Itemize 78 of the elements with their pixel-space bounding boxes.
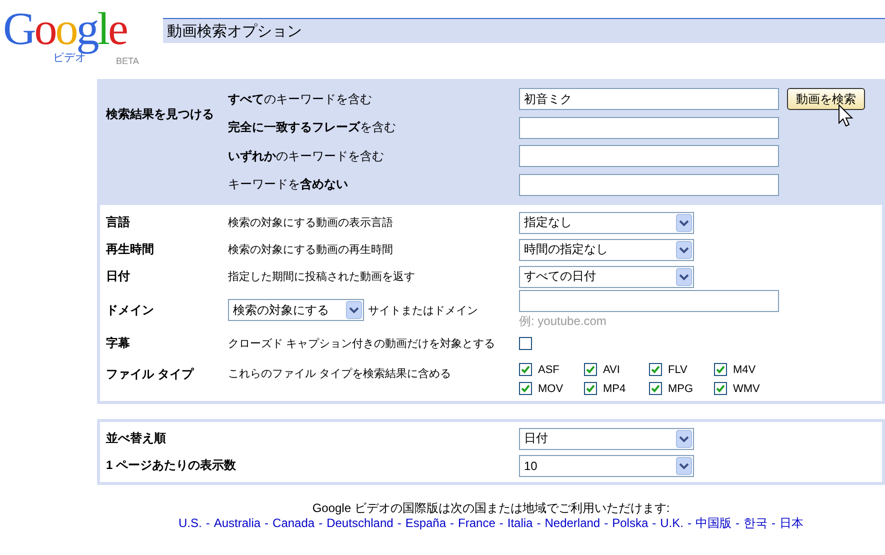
checkbox[interactable] — [584, 382, 597, 395]
country-link[interactable]: 中国版 — [695, 516, 732, 530]
file-type-label: ASF — [538, 364, 560, 376]
page-title: 動画検索オプション — [163, 18, 885, 43]
field-label: いずれかのキーワードを含む — [228, 148, 384, 165]
link-separator: - — [318, 516, 323, 530]
link-separator: - — [536, 516, 541, 530]
link-separator: - — [652, 516, 656, 530]
option-description: 検索の対象にする動画の表示言語 — [228, 216, 393, 230]
link-separator: - — [206, 516, 210, 530]
option-label: ファイル タイプ — [106, 366, 194, 382]
country-link[interactable]: Deutschland — [326, 516, 394, 530]
keyword-field[interactable] — [519, 145, 779, 168]
option-description: 指定した期間に投稿された動画を返す — [228, 270, 415, 284]
link-separator: - — [771, 516, 776, 530]
option-select[interactable]: 日付 — [519, 428, 694, 450]
file-type-label: MPG — [668, 382, 694, 394]
country-link[interactable]: Australia — [214, 516, 261, 530]
country-link[interactable]: Italia — [507, 516, 533, 530]
country-link[interactable]: 한국 — [743, 516, 768, 530]
option-select[interactable]: 指定なし — [519, 212, 694, 234]
file-type-label: AVI — [603, 364, 620, 376]
field-label: すべてのキーワードを含む — [228, 90, 372, 108]
checkbox[interactable] — [714, 382, 727, 395]
file-type-label: MP4 — [603, 382, 626, 394]
checkbox[interactable] — [649, 363, 662, 376]
file-type-label: FLV — [668, 364, 688, 376]
file-type-label: M4V — [733, 364, 756, 376]
option-description: クローズド キャプション付きの動画だけを対象とする — [228, 336, 496, 351]
file-type-label: WMV — [733, 382, 760, 394]
field-label: 完全に一致するフレーズを含む — [228, 119, 396, 136]
link-separator: - — [499, 516, 504, 530]
country-link[interactable]: France — [458, 516, 496, 530]
checkbox[interactable] — [714, 363, 727, 376]
file-type-label: MOV — [538, 382, 564, 394]
option-select[interactable]: 10 — [519, 454, 694, 476]
option-label: 日付 — [106, 268, 130, 285]
section-label: 検索結果を見つける — [106, 106, 214, 123]
checkbox[interactable] — [519, 363, 532, 376]
checkbox[interactable] — [649, 382, 662, 395]
mouse-cursor-icon — [838, 104, 854, 128]
domain-field[interactable] — [519, 290, 779, 312]
link-separator: - — [604, 516, 608, 530]
option-select[interactable]: 時間の指定なし — [519, 238, 694, 260]
checkbox[interactable] — [519, 337, 532, 350]
option-label: 字幕 — [106, 335, 130, 352]
country-link[interactable]: España — [405, 516, 446, 530]
country-link[interactable]: Polska — [612, 516, 648, 530]
domain-select[interactable]: 検索の対象にする — [228, 299, 364, 321]
country-link[interactable]: U.K. — [660, 516, 684, 530]
link-separator: - — [264, 516, 269, 530]
option-description: 検索の対象にする動画の再生時間 — [228, 242, 393, 257]
checkbox[interactable] — [584, 363, 597, 376]
option-label: 言語 — [106, 214, 130, 231]
link-separator: - — [735, 516, 740, 530]
link-separator: - — [450, 516, 454, 530]
search-button[interactable]: 動画を検索 — [787, 88, 865, 110]
keyword-field[interactable] — [519, 116, 779, 139]
checkbox[interactable] — [519, 382, 532, 395]
footer-note: Google ビデオの国際版は次の国または地域でご利用いただけます: — [312, 501, 670, 515]
link-separator: - — [397, 516, 402, 530]
option-label: ドメイン — [106, 302, 154, 318]
field-label: キーワードを含めない — [228, 176, 348, 194]
link-separator: - — [687, 516, 692, 530]
country-link[interactable]: U.S. — [178, 516, 202, 530]
country-link[interactable]: Nederland — [544, 516, 600, 530]
option-description: サイトまたはドメイン — [368, 304, 478, 318]
option-label: 並べ替え順 — [106, 430, 166, 447]
country-link[interactable]: 日本 — [779, 516, 804, 530]
country-link[interactable]: Canada — [272, 516, 315, 530]
option-select[interactable]: すべての日付 — [519, 266, 694, 288]
domain-hint: 例: youtube.com — [519, 313, 608, 330]
option-label: 1 ページあたりの表示数 — [106, 457, 236, 474]
option-label: 再生時間 — [106, 241, 154, 258]
google-logo: Google ビデオ BETA — [3, 6, 140, 68]
keyword-field[interactable]: 初音ミク — [519, 88, 779, 110]
option-description: これらのファイル タイプを検索結果に含める — [228, 366, 452, 380]
keyword-field[interactable] — [519, 174, 779, 196]
